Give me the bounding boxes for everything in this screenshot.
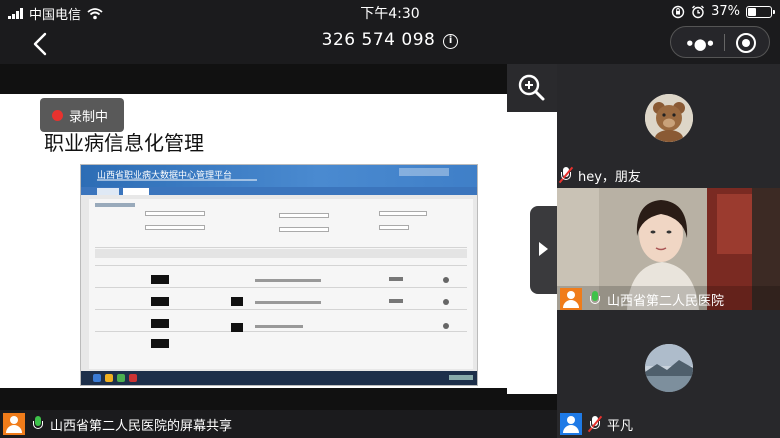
platform-header: 山西省职业病大数据中心管理平台: [81, 165, 477, 187]
platform-taskbar: [81, 371, 477, 385]
participant-tile[interactable]: 平凡: [557, 310, 780, 438]
meeting-id: 326 574 098 i: [0, 30, 780, 50]
recording-dot-icon: [52, 110, 63, 121]
person-icon: [560, 288, 582, 310]
mini-program-capsule: •●•: [670, 26, 770, 58]
participant-panel: hey，朋友 山西省第二人民医院 平凡: [557, 64, 780, 438]
presentation-slide: 职业病信息化管理 山西省职业病大数据中心管理平台: [0, 94, 557, 388]
landscape-avatar: [645, 344, 693, 392]
slide-screenshot-photo: 山西省职业病大数据中心管理平台: [80, 164, 478, 386]
close-miniprogram-icon[interactable]: [736, 33, 756, 53]
collapse-panel-button[interactable]: [530, 206, 558, 294]
screen-share-owner: 山西省第二人民医院的屏幕共享: [50, 418, 233, 434]
platform-form: [89, 199, 473, 369]
zoom-in-icon: [518, 74, 545, 101]
recording-badge: 录制中: [40, 98, 124, 132]
screen-share-label: 山西省第二人民医院的屏幕共享: [0, 410, 557, 438]
alarm-icon: [692, 5, 705, 18]
meeting-id-text: 326 574 098: [321, 30, 436, 50]
person-icon: [3, 413, 25, 435]
mic-muted-icon: [587, 415, 603, 433]
participant-name: 山西省第二人民医院: [607, 293, 725, 309]
participant-name: 平凡: [607, 418, 634, 434]
meeting-screen: 中国电信 下午4:30 37% 326 574 098 i •●• 职业病信息化…: [0, 0, 780, 438]
mic-muted-icon: [558, 166, 574, 184]
arrow-right-icon: [539, 242, 548, 256]
participant-label: 山西省第二人民医院: [557, 286, 780, 310]
zoom-button[interactable]: [507, 64, 557, 112]
top-nav: 326 574 098 i •●•: [0, 24, 780, 64]
battery-percent: 37%: [711, 4, 740, 19]
recording-label: 录制中: [69, 110, 109, 125]
info-icon[interactable]: i: [443, 34, 459, 49]
teddy-bear-avatar: [645, 94, 693, 142]
platform-tabs: [81, 187, 477, 195]
rotation-lock-icon: [671, 5, 685, 18]
mic-active-icon: [590, 291, 600, 307]
participant-label: hey，朋友: [557, 162, 780, 188]
status-bar: 中国电信 下午4:30 37%: [0, 0, 780, 24]
person-icon: [560, 413, 582, 435]
participant-name: hey，朋友: [578, 169, 641, 185]
mic-icon: [33, 416, 43, 432]
battery-icon: [746, 5, 775, 18]
participant-video[interactable]: 山西省第二人民医院: [557, 188, 780, 310]
participant-tile[interactable]: hey，朋友: [557, 64, 780, 188]
participant-label: 平凡: [557, 410, 780, 438]
clock: 下午4:30: [360, 6, 420, 22]
more-icon[interactable]: •●•: [685, 35, 715, 53]
